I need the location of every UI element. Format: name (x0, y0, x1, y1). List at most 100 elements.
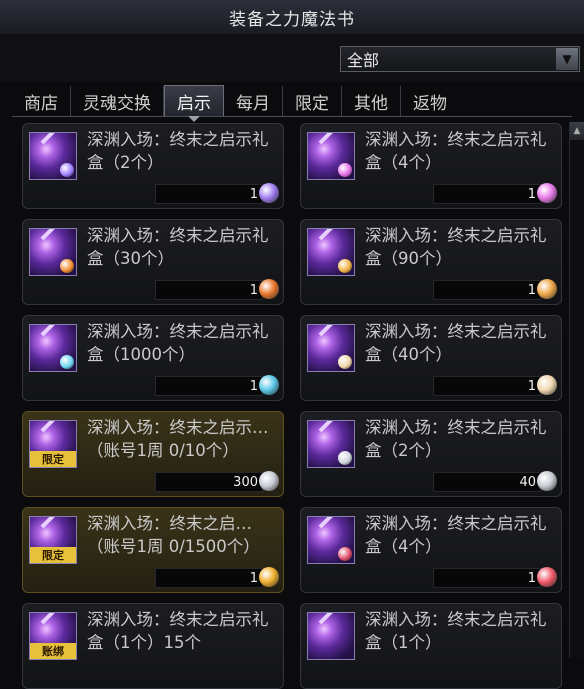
shop-item-card[interactable]: 深渊入场：终末之启示礼盒（2个） 40 (300, 411, 562, 497)
item-name: 深渊入场：终末之启…（账号1周 0/1500个） (87, 514, 260, 556)
shop-item-card[interactable]: 深渊入场：终末之启示礼盒（90个） 1 (300, 219, 562, 305)
item-name: 深渊入场：终末之启示礼盒（4个） (365, 514, 547, 556)
item-price: 1 (433, 568, 541, 588)
wand-icon (318, 421, 342, 433)
tab-soul-exchange[interactable]: 灵魂交换 (71, 86, 164, 116)
magic-box-icon[interactable] (307, 420, 355, 468)
tab-label: 每月 (236, 93, 270, 114)
shop-item-card[interactable]: 深渊入场：终末之启示礼盒（30个） 1 (22, 219, 284, 305)
magic-box-icon[interactable] (307, 132, 355, 180)
magic-box-icon[interactable]: 账绑 (29, 612, 77, 660)
tab-bar: 商店 灵魂交换 启示 每月 限定 其他 返物 (12, 82, 572, 122)
chevron-down-icon[interactable]: ▼ (556, 48, 578, 70)
wand-icon (40, 325, 64, 337)
item-price: 1 (155, 568, 263, 588)
magic-box-icon[interactable] (307, 324, 355, 372)
magic-box-icon[interactable] (307, 612, 355, 660)
gem-icon (60, 355, 74, 369)
tab-revelation[interactable]: 启示 (164, 85, 224, 122)
tab-return[interactable]: 返物 (401, 86, 459, 116)
gem-icon (60, 259, 74, 273)
tab-label: 灵魂交换 (83, 93, 151, 114)
tab-label: 商店 (24, 93, 58, 114)
shop-item-card[interactable]: 深渊入场：终末之启示礼盒（40个） 1 (300, 315, 562, 401)
purple-orb-icon (259, 183, 279, 203)
shop-item-card[interactable]: 深渊入场：终末之启示礼盒（2个） 1 (22, 123, 284, 209)
wand-icon (40, 517, 64, 529)
pink-orb-icon (537, 183, 557, 203)
item-price: 1 (155, 280, 263, 300)
shop-item-card[interactable]: 深渊入场：终末之启示礼盒（4个） 1 (300, 507, 562, 593)
gem-icon (338, 547, 352, 561)
item-name: 深渊入场：终末之启示…（账号1周 0/10个） (87, 418, 269, 460)
magic-box-icon[interactable]: 限定 (29, 420, 77, 468)
wand-icon (318, 517, 342, 529)
cream-orb-icon (537, 375, 557, 395)
item-name: 深渊入场：终末之启示礼盒（30个） (87, 226, 269, 268)
magic-box-icon[interactable] (307, 516, 355, 564)
silver-coin-icon (259, 471, 279, 491)
item-name: 深渊入场：终末之启示礼盒（4个） (365, 130, 547, 172)
tab-label: 其他 (354, 93, 388, 114)
item-name: 深渊入场：终末之启示礼盒（40个） (365, 322, 547, 364)
item-price: 1 (155, 184, 263, 204)
shop-item-card[interactable]: 深渊入场：终末之启示礼盒（4个） 1 (300, 123, 562, 209)
window-title: 装备之力魔法书 (229, 9, 355, 30)
shop-item-card[interactable]: 深渊入场：终末之启示礼盒（1个） (300, 603, 562, 689)
gem-icon (338, 355, 352, 369)
magic-box-icon[interactable] (29, 324, 77, 372)
red-orb-icon (537, 567, 557, 587)
item-name: 深渊入场：终末之启示礼盒（2个） (87, 130, 269, 172)
item-price: 300 (155, 472, 263, 492)
gem-icon (338, 451, 352, 465)
wand-icon (318, 133, 342, 145)
cyan-orb-icon (259, 375, 279, 395)
wand-icon (40, 133, 64, 145)
magic-box-icon[interactable] (307, 228, 355, 276)
shop-item-card[interactable]: 限定 深渊入场：终末之启示…（账号1周 0/10个） 300 (22, 411, 284, 497)
wand-icon (40, 421, 64, 433)
gem-icon (338, 259, 352, 273)
window-title-bar: 装备之力魔法书 (0, 0, 584, 35)
category-dropdown-value: 全部 (347, 51, 380, 70)
gem-icon (60, 163, 74, 177)
item-price: 40 (433, 472, 541, 492)
silver-coin-icon (537, 471, 557, 491)
tab-shop[interactable]: 商店 (12, 86, 71, 116)
item-name: 深渊入场：终末之启示礼盒（2个） (365, 418, 547, 460)
scroll-up-icon[interactable]: ▲ (570, 122, 584, 140)
scrollbar[interactable]: ▲ (569, 122, 584, 658)
magic-box-icon[interactable] (29, 132, 77, 180)
tab-label: 限定 (295, 93, 329, 114)
wand-icon (318, 325, 342, 337)
item-price: 1 (433, 184, 541, 204)
gold-orb-icon (537, 279, 557, 299)
item-name: 深渊入场：终末之启示礼盒（1个）15个 (87, 610, 269, 652)
tab-label: 启示 (177, 93, 211, 114)
tab-label: 返物 (413, 93, 447, 114)
gold-ring-icon (259, 567, 279, 587)
item-badge: 账绑 (30, 643, 76, 659)
shop-item-card[interactable]: 深渊入场：终末之启示礼盒（1000个） 1 (22, 315, 284, 401)
item-name: 深渊入场：终末之启示礼盒（1000个） (87, 322, 269, 364)
magic-box-icon[interactable]: 限定 (29, 516, 77, 564)
shop-item-card[interactable]: 限定 深渊入场：终末之启…（账号1周 0/1500个） 1 (22, 507, 284, 593)
filter-bar: 全部 ▼ (0, 34, 584, 82)
shop-item-card[interactable]: 账绑 深渊入场：终末之启示礼盒（1个）15个 (22, 603, 284, 689)
tab-other[interactable]: 其他 (342, 86, 401, 116)
item-price: 1 (433, 280, 541, 300)
wand-icon (40, 229, 64, 241)
magic-box-icon[interactable] (29, 228, 77, 276)
wand-icon (318, 229, 342, 241)
item-badge: 限定 (30, 451, 76, 467)
wand-icon (40, 613, 64, 625)
item-badge: 限定 (30, 547, 76, 563)
item-price: 1 (155, 376, 263, 396)
item-name: 深渊入场：终末之启示礼盒（90个） (365, 226, 547, 268)
tab-monthly[interactable]: 每月 (224, 86, 283, 116)
wand-icon (318, 613, 342, 625)
category-dropdown[interactable]: 全部 ▼ (340, 46, 580, 72)
item-name: 深渊入场：终末之启示礼盒（1个） (365, 610, 547, 652)
tab-limited[interactable]: 限定 (283, 86, 342, 116)
orange-orb-icon (259, 279, 279, 299)
